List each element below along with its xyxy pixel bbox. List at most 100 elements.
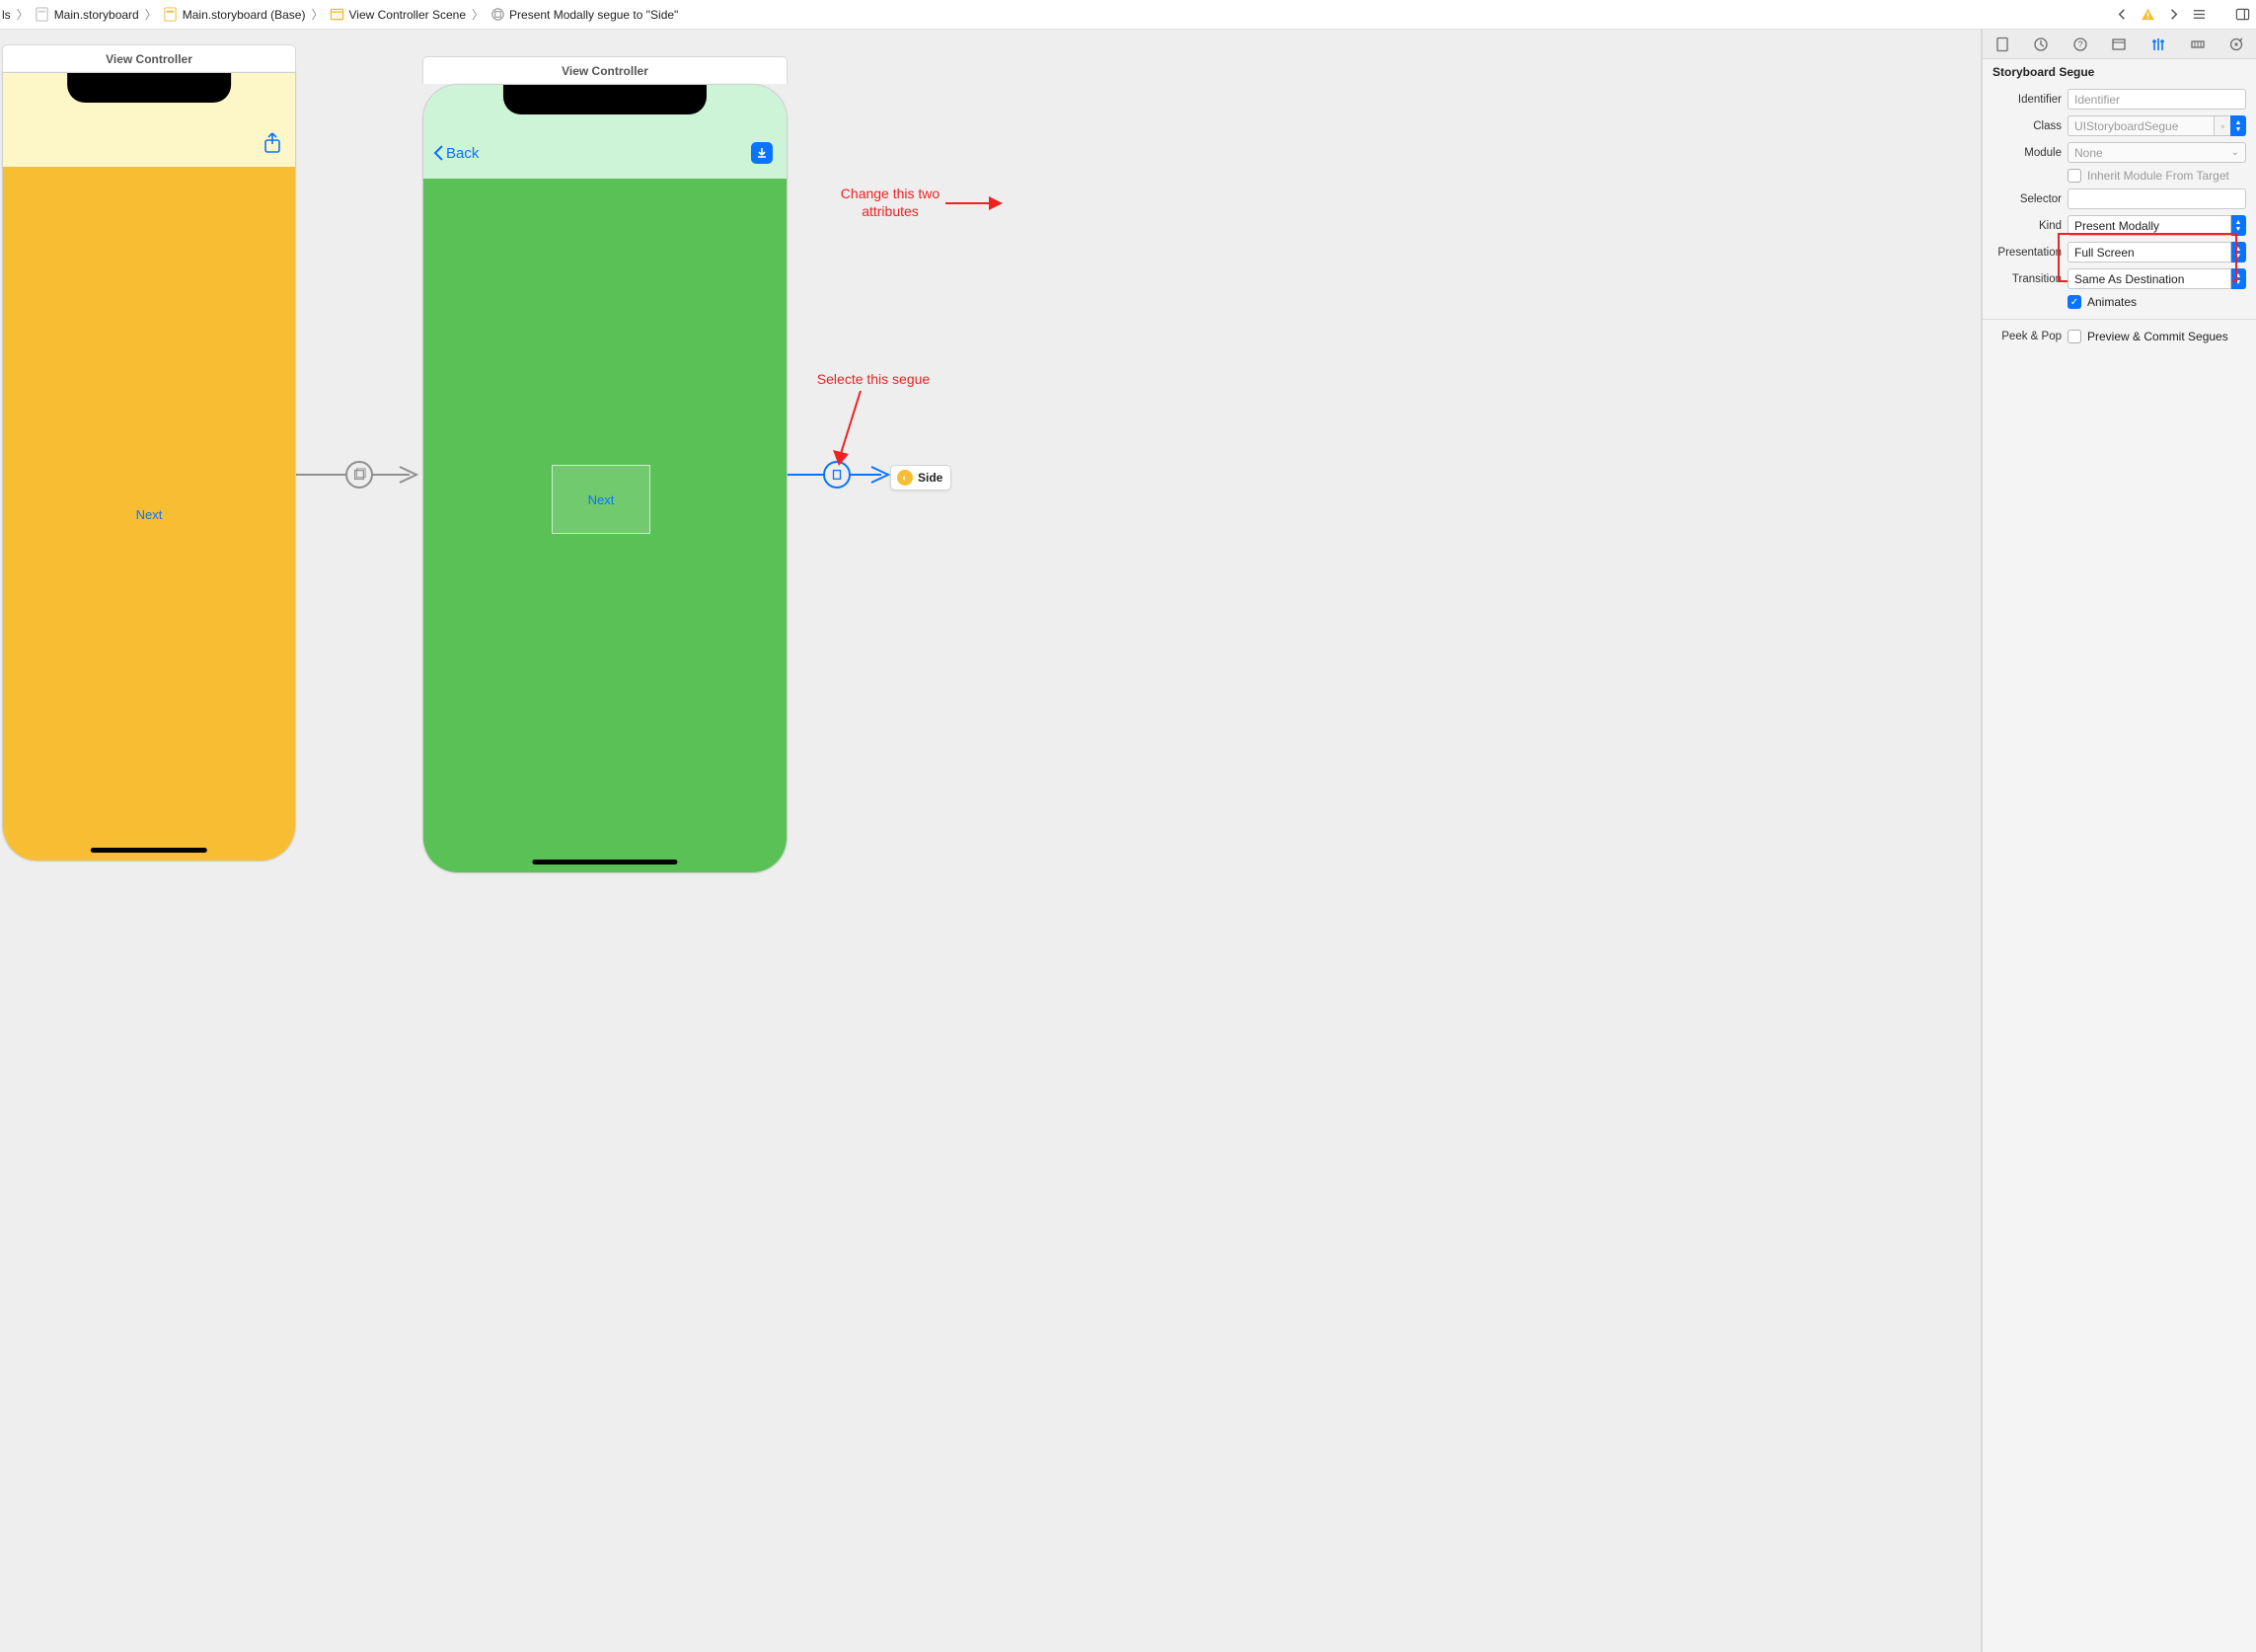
notch-icon xyxy=(67,73,231,103)
chevron-right-icon: 〉 xyxy=(309,6,325,23)
inspector-section-title: Storyboard Segue xyxy=(1983,59,2256,85)
segue2-node-selected[interactable] xyxy=(823,461,851,488)
back-button[interactable]: Back xyxy=(433,144,479,162)
crumb-storyboard-base[interactable]: Main.storyboard (Base) xyxy=(161,7,308,23)
inspector-tab-file[interactable] xyxy=(1993,35,2012,54)
label-peekpop: Peek & Pop xyxy=(1993,331,2062,342)
viewcontroller-icon: ◐ xyxy=(897,470,913,486)
scene2-title-bar[interactable]: View Controller xyxy=(422,56,788,84)
inspector-tab-attributes[interactable] xyxy=(2148,35,2168,54)
nav-back-icon[interactable] xyxy=(2114,7,2130,23)
back-label: Back xyxy=(446,145,479,162)
crumb-scene-label: View Controller Scene xyxy=(348,8,466,22)
peekpop-value: Preview & Commit Segues xyxy=(2087,330,2228,343)
annotation-arrow-2 xyxy=(945,193,1005,213)
breadcrumb: ls 〉 Main.storyboard 〉 Main.storyboard (… xyxy=(0,6,680,23)
crumb-scene[interactable]: View Controller Scene xyxy=(327,7,468,23)
next-button[interactable]: Next xyxy=(136,507,163,522)
inspector-body: Identifier Class UIStoryboardSegue ◦ Mod… xyxy=(1983,85,2256,353)
module-value: None xyxy=(2074,146,2103,160)
phone-mock-2[interactable]: Back Next xyxy=(422,84,788,873)
nav-forward-icon[interactable] xyxy=(2165,7,2181,23)
storyboard-base-icon xyxy=(163,7,179,23)
chevron-right-icon: 〉 xyxy=(15,6,31,23)
storyboard-canvas[interactable]: View Controller Next xyxy=(0,30,1982,1652)
selector-field[interactable] xyxy=(2068,188,2246,209)
chevron-right-icon: 〉 xyxy=(143,6,159,23)
kind-stepper[interactable] xyxy=(2230,215,2246,236)
scene1-title-bar[interactable]: View Controller xyxy=(2,44,296,72)
annotation-select-segue: Selecte this segue xyxy=(809,371,938,389)
side-scene-chip[interactable]: ◐ Side xyxy=(890,465,951,490)
crumb-segue-label: Present Modally segue to "Side" xyxy=(509,8,678,22)
container-label: Next xyxy=(588,492,615,507)
inspector-tab-connections[interactable] xyxy=(2226,35,2246,54)
crumb-base-label: Main.storyboard (Base) xyxy=(183,8,306,22)
presentation-stepper[interactable] xyxy=(2230,242,2246,263)
chevron-left-icon xyxy=(433,144,444,162)
row-inherit: Inherit Module From Target xyxy=(1993,169,2246,183)
label-selector: Selector xyxy=(1993,193,2062,205)
toggle-inspector-icon[interactable] xyxy=(2234,7,2250,23)
animates-label: Animates xyxy=(2087,295,2137,309)
download-icon[interactable] xyxy=(751,142,773,164)
annotation-arrow-1 xyxy=(831,391,870,470)
inherit-module-checkbox[interactable] xyxy=(2068,169,2081,183)
container-view[interactable]: Next xyxy=(552,465,650,534)
peekpop-checkbox[interactable] xyxy=(2068,330,2081,343)
animates-checkbox[interactable] xyxy=(2068,295,2081,309)
transition-dropdown[interactable]: Same As Destination xyxy=(2068,268,2231,289)
phone-mock-1[interactable]: Next xyxy=(2,72,296,862)
kind-dropdown[interactable]: Present Modally xyxy=(2068,215,2231,236)
annotation-change-line1: Change this two xyxy=(841,186,940,201)
notch-icon xyxy=(503,85,707,114)
identifier-field[interactable] xyxy=(2068,89,2246,110)
class-connect-icon[interactable]: ◦ xyxy=(2214,115,2231,136)
presentation-dropdown[interactable]: Full Screen xyxy=(2068,242,2231,263)
chevron-down-icon: ⌄ xyxy=(2231,147,2239,158)
kind-value: Present Modally xyxy=(2074,219,2159,233)
row-animates: Animates xyxy=(1993,295,2246,309)
home-indicator-icon xyxy=(91,848,207,853)
inspector-tab-strip: ? xyxy=(1983,30,2256,59)
inspector-tab-history[interactable] xyxy=(2031,35,2051,54)
row-module: Module None ⌄ xyxy=(1993,142,2246,163)
row-class: Class UIStoryboardSegue ◦ xyxy=(1993,115,2246,136)
row-selector: Selector xyxy=(1993,188,2246,209)
label-transition: Transition xyxy=(1993,273,2062,285)
class-value: UIStoryboardSegue xyxy=(2074,119,2178,133)
crumb-storyboard-file[interactable]: Main.storyboard xyxy=(33,7,141,23)
row-transition: Transition Same As Destination xyxy=(1993,268,2246,289)
jump-bar-actions xyxy=(2114,7,2250,23)
scene1-title-label: View Controller xyxy=(106,52,192,66)
label-class: Class xyxy=(1993,120,2062,132)
outline-icon[interactable] xyxy=(2191,7,2207,23)
jump-bar: ls 〉 Main.storyboard 〉 Main.storyboard (… xyxy=(0,0,2256,30)
crumb-segue[interactable]: Present Modally segue to "Side" xyxy=(488,7,680,23)
transition-stepper[interactable] xyxy=(2230,268,2246,289)
label-presentation: Presentation xyxy=(1993,247,2062,259)
warning-icon[interactable] xyxy=(2140,7,2155,23)
annotation-change-attrs: Change this two attributes xyxy=(831,186,949,220)
module-field[interactable]: None ⌄ xyxy=(2068,142,2246,163)
transition-value: Same As Destination xyxy=(2074,272,2184,286)
home-indicator-icon xyxy=(532,860,677,864)
label-module: Module xyxy=(1993,147,2062,159)
storyboard-file-icon xyxy=(35,7,50,23)
segue-icon xyxy=(489,7,505,23)
chevron-right-icon: 〉 xyxy=(470,6,486,23)
side-chip-label: Side xyxy=(918,471,942,485)
row-identifier: Identifier xyxy=(1993,89,2246,110)
inspector-tab-size[interactable] xyxy=(2188,35,2208,54)
row-kind: Kind Present Modally xyxy=(1993,215,2246,236)
class-field[interactable]: UIStoryboardSegue ◦ xyxy=(2068,115,2246,136)
class-stepper[interactable] xyxy=(2230,115,2246,136)
share-icon[interactable] xyxy=(263,132,281,157)
presentation-value: Full Screen xyxy=(2074,246,2135,260)
annotation-change-line2: attributes xyxy=(862,203,919,219)
inspector-tab-identity[interactable] xyxy=(2109,35,2129,54)
crumb-root[interactable]: ls xyxy=(0,8,13,22)
segue1-node[interactable] xyxy=(345,461,373,488)
scene-icon xyxy=(329,7,344,23)
inspector-tab-help[interactable]: ? xyxy=(2070,35,2090,54)
